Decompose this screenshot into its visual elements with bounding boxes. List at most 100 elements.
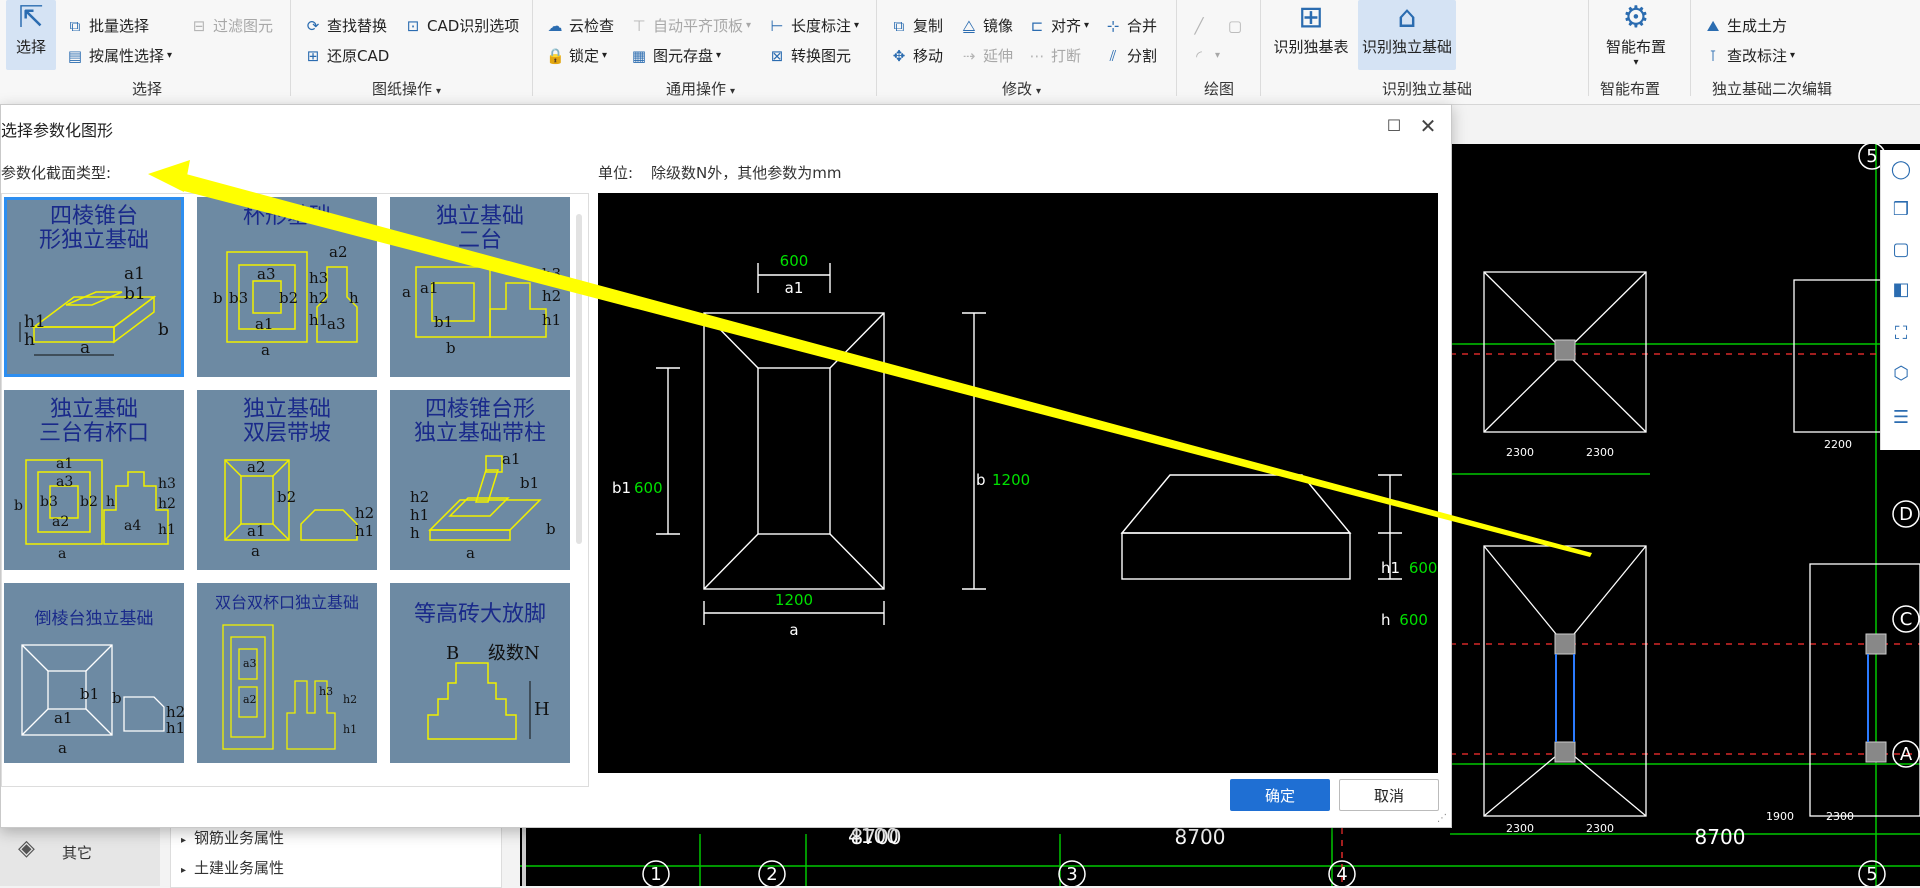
dropdown-arrow-icon: ▾ (167, 50, 173, 61)
dropdown-arrow-icon: ▾ (1215, 50, 1221, 61)
cad-options-button[interactable]: ⊡ CAD识别选项 (404, 13, 520, 39)
align-button[interactable]: ⊏ 对齐 ▾ (1028, 13, 1089, 39)
property-tree: ▸ 钢筋业务属性 ▸ 土建业务属性 (170, 820, 502, 888)
split-button[interactable]: ⫽ 分割 (1104, 43, 1157, 69)
save-figure-button[interactable]: ▦ 图元存盘 ▾ (630, 43, 721, 69)
mirror-button[interactable]: ⧋ 镜像 (960, 13, 1013, 39)
cloud-check-button[interactable]: ☁ 云检查 (546, 13, 615, 39)
shape-tile-three-step-cup-foundation[interactable]: 独立基础 三台有杯口 a1 a3 b3 b2 a2 h3 h2 h1 a4 h … (4, 390, 184, 570)
attr-select-button[interactable]: ▤ 按属性选择 ▾ (66, 43, 172, 69)
tile-dim-label: h2 (158, 496, 176, 512)
tile-dim-label: a1 (56, 456, 73, 472)
draw-rect-button[interactable]: ▢ (1226, 13, 1249, 39)
move-icon: ✥ (892, 47, 906, 65)
tile-dim-label: H (534, 699, 550, 720)
recognize-foundation-button[interactable]: ⌂ 识别独立基础 (1358, 0, 1456, 70)
line-icon: ╱ (1194, 17, 1204, 35)
dim-small: 2300 (1586, 446, 1614, 459)
preview-drawing: 600 a1 b1 600 b 1200 1200 a h1 h (612, 252, 1402, 639)
ok-button[interactable]: 确定 (1230, 779, 1330, 811)
extend-icon: ⇢ (962, 47, 976, 65)
group-divider (876, 0, 877, 96)
copy-button[interactable]: ⧉ 复制 (890, 13, 943, 39)
draw-arc-button[interactable]: ◜ ▾ (1190, 43, 1220, 69)
gen-earth-button[interactable]: ⛰ 生成土方 (1704, 13, 1787, 39)
smart-layout-button[interactable]: ⚙ 智能布置 ▾ (1598, 0, 1674, 74)
model-view-icon[interactable]: ⬡ (1889, 362, 1913, 386)
cancel-button[interactable]: 取消 (1339, 779, 1439, 811)
group-divider (290, 0, 291, 96)
unit-label: 单位: (598, 164, 634, 182)
tile-dim-label: a2 (247, 458, 266, 476)
tile-dim-label: b1 (520, 474, 539, 492)
double-cup-foundation-icon: a3 a2 h3 h2 h1 (222, 624, 357, 750)
h1-dimension: h1 600 (1381, 559, 1437, 577)
group-label-drawing: 图纸操作 ▾ (372, 80, 442, 98)
convert-figure-button[interactable]: ⊠ 转换图元 (768, 43, 851, 69)
fullscreen-icon[interactable]: ⛶ (1889, 322, 1913, 346)
tree-item[interactable]: ▸ 钢筋业务属性 (181, 827, 284, 848)
axis-label-bottom: 5 (1866, 864, 1877, 885)
two-step-foundation-icon: a1 b1 h3 h2 h1 a b (402, 265, 561, 357)
shape-tile-pyramid-with-column[interactable]: 四棱锥台形 独立基础带柱 a1 b1 h2 h1 h a b (390, 390, 570, 570)
tile-dim-label: b (213, 289, 223, 307)
shape-tile-two-step-foundation[interactable]: 独立基础 二台 a1 b1 h3 h2 h1 a b (390, 197, 570, 377)
orbit-icon[interactable]: ◯ (1889, 158, 1913, 182)
resize-grip-icon[interactable]: ⋰ (1437, 813, 1447, 824)
cube-icon[interactable]: ◧ (1889, 278, 1913, 302)
box-view-icon[interactable]: ▢ (1889, 238, 1913, 262)
auto-align-button[interactable]: ⊤ 自动平齐顶板 ▾ (630, 13, 751, 39)
length-mark-icon: ⊢ (770, 17, 784, 35)
tile-dim-label: b3 (40, 494, 58, 510)
extend-button[interactable]: ⇢ 延伸 (960, 43, 1013, 69)
recognize-table-button[interactable]: ⊞ 识别独基表 (1268, 0, 1354, 60)
shape-tile-double-cup-foundation[interactable]: 双台双杯口独立基础 a3 a2 h3 h2 h1 (197, 583, 377, 763)
tile-dim-label: h1 (309, 311, 328, 329)
move-button[interactable]: ✥ 移动 (890, 43, 943, 69)
tile-dim-label: h1 (343, 723, 357, 736)
unit-description: 除级数N外，其他参数为mm (651, 164, 842, 182)
attr-select-icon: ▤ (67, 47, 83, 65)
dim-small: 2300 (1506, 446, 1534, 459)
properties-view-icon[interactable]: ☰ (1889, 406, 1913, 430)
3d-view-icon[interactable]: ❒ (1889, 198, 1913, 222)
tile-dim-label: b (446, 339, 456, 357)
check-mark-button[interactable]: ⊺ 查改标注 ▾ (1704, 43, 1795, 69)
tile-dim-label: h2 (410, 488, 429, 506)
left-panel: ◈ 其它 ▸ 钢筋业务属性 ▸ 土建业务属性 (0, 820, 526, 888)
tile-dim-label: h3 (309, 269, 328, 287)
shape-tile-brick-footing[interactable]: 等高砖大放脚 B 级数N H (390, 583, 570, 763)
batch-select-button[interactable]: ⧉ 批量选择 (66, 13, 149, 39)
h-value: 600 (1399, 611, 1428, 629)
group-divider (1176, 0, 1177, 96)
close-icon[interactable]: ✕ (1415, 113, 1441, 139)
maximize-icon[interactable]: ☐ (1381, 113, 1407, 139)
length-mark-button[interactable]: ⊢ 长度标注 ▾ (768, 13, 859, 39)
gallery-scrollbar[interactable] (576, 214, 582, 544)
lock-icon: 🔒 (546, 47, 565, 65)
find-replace-button[interactable]: ⟳ 查找替换 (304, 13, 387, 39)
tree-item[interactable]: ▸ 土建业务属性 (181, 857, 284, 878)
shape-tile-double-slope-foundation[interactable]: 独立基础 双层带坡 a2 b2 a1 h2 h1 a (197, 390, 377, 570)
splitter[interactable] (522, 820, 526, 886)
nav-other[interactable]: 其它 (62, 842, 92, 863)
tile-dim-label: a3 (327, 315, 346, 333)
draw-line-button[interactable]: ╱ (1190, 13, 1213, 39)
lock-button[interactable]: 🔒 锁定 ▾ (546, 43, 607, 69)
dialog-title: 选择参数化图形 (1, 121, 114, 140)
tile-dim-label: b3 (229, 289, 248, 307)
shape-tile-pyramid-foundation[interactable]: 四棱锥台 形独立基础 a1 b1 h1 h b a (4, 197, 184, 377)
tile-dim-label: h1 (542, 311, 561, 329)
shape-tile-cup-foundation[interactable]: 杯形基础 a2 a3 b3 b2 h3 h2 h h1 a1 a3 a b (197, 197, 377, 377)
restore-cad-button[interactable]: ⊞ 还原CAD (304, 43, 390, 69)
group-label-modify: 修改 ▾ (1002, 80, 1042, 98)
shape-tile-inverted-frustum[interactable]: 倒棱台独立基础 a1 b1 b h2 h1 a (4, 583, 184, 763)
select-button[interactable]: ⇱ 选择 (6, 0, 56, 70)
merge-button[interactable]: ⊹ 合并 (1104, 13, 1157, 39)
break-button[interactable]: ⋯ 打断 (1028, 43, 1082, 69)
foundation-search-icon: ⌂ (1397, 0, 1417, 35)
axis-label-bottom: 4 (1336, 864, 1347, 885)
dim-small: 2300 (1586, 822, 1614, 835)
tile-dim-label: B (446, 643, 459, 664)
filter-figure-button[interactable]: ⊟ 过滤图元 (190, 13, 273, 39)
